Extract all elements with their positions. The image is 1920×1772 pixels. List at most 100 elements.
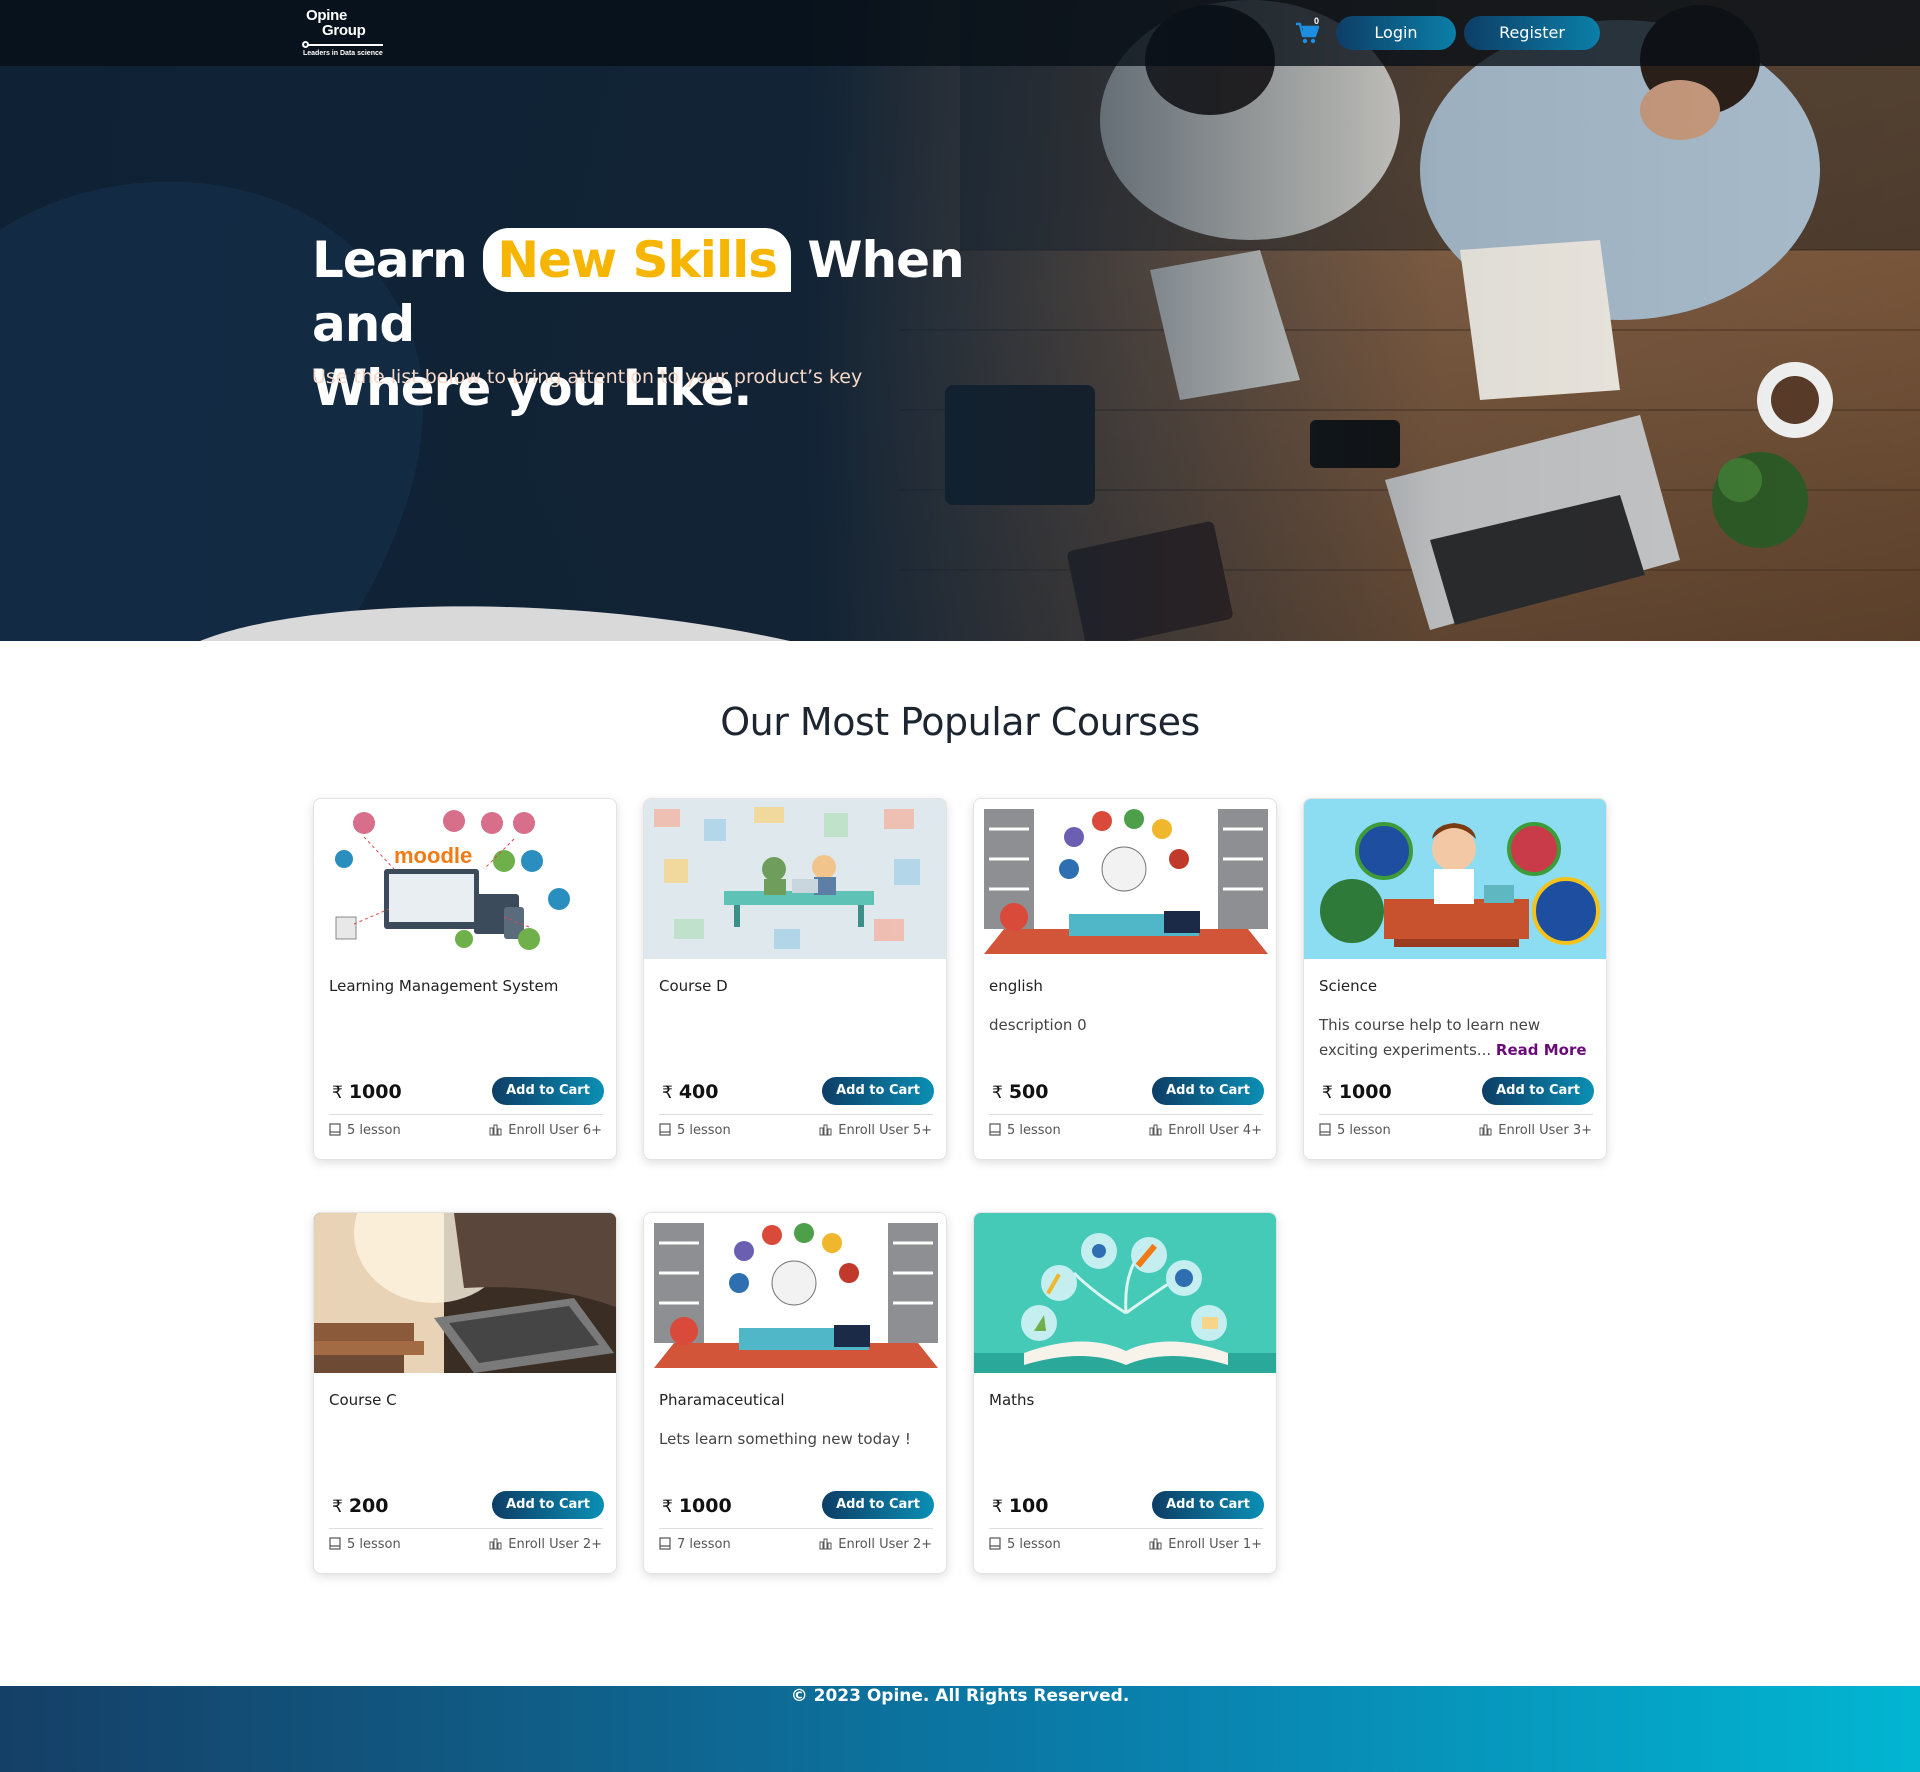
rupee-icon: ₹ — [1322, 1083, 1333, 1103]
lesson-count-text: 5 lesson — [1337, 1123, 1391, 1138]
read-more-link[interactable]: Read More — [1496, 1041, 1587, 1059]
course-title[interactable]: Learning Management System — [329, 977, 558, 995]
course-price-value: 400 — [678, 1081, 719, 1103]
course-thumbnail[interactable] — [974, 799, 1276, 959]
enroll-count-text: Enroll User 4+ — [1168, 1123, 1262, 1138]
users-icon — [1149, 1124, 1162, 1136]
enroll-count: Enroll User 3+ — [1479, 1123, 1592, 1138]
rupee-icon: ₹ — [662, 1083, 673, 1103]
enroll-count: Enroll User 2+ — [489, 1537, 602, 1552]
card-divider — [659, 1114, 933, 1115]
enroll-count-text: Enroll User 3+ — [1498, 1123, 1592, 1138]
rupee-icon: ₹ — [992, 1083, 1003, 1103]
enroll-count: Enroll User 5+ — [819, 1123, 932, 1138]
lesson-count-text: 7 lesson — [677, 1537, 731, 1552]
users-icon — [489, 1124, 502, 1136]
course-title[interactable]: Course C — [329, 1391, 397, 1409]
enroll-count-text: Enroll User 6+ — [508, 1123, 602, 1138]
enroll-count: Enroll User 4+ — [1149, 1123, 1262, 1138]
enroll-count-text: Enroll User 1+ — [1168, 1537, 1262, 1552]
add-to-cart-button[interactable]: Add to Cart — [1152, 1077, 1264, 1105]
course-card[interactable]: Course C ₹200 Add to Cart 5 lesson Enrol… — [313, 1212, 617, 1574]
lesson-count-text: 5 lesson — [1007, 1123, 1061, 1138]
book-icon — [989, 1537, 1001, 1550]
course-price: ₹1000 — [662, 1495, 732, 1517]
hero-title: Learn New Skills When and Where you Like… — [312, 228, 1072, 420]
course-card[interactable]: english description 0 ₹500 Add to Cart 5… — [973, 798, 1277, 1160]
course-description-text: Lets learn something new today ! — [659, 1430, 911, 1448]
users-icon — [819, 1538, 832, 1550]
course-thumbnail[interactable] — [644, 799, 946, 959]
book-icon — [1319, 1123, 1331, 1136]
add-to-cart-button[interactable]: Add to Cart — [1152, 1491, 1264, 1519]
add-to-cart-button[interactable]: Add to Cart — [492, 1491, 604, 1519]
hero-title-part1: Learn — [312, 231, 468, 289]
course-title[interactable]: english — [989, 977, 1043, 995]
course-title[interactable]: Maths — [989, 1391, 1034, 1409]
course-price: ₹100 — [992, 1495, 1049, 1517]
users-icon — [489, 1538, 502, 1550]
logo-dot — [302, 41, 309, 48]
add-to-cart-button[interactable]: Add to Cart — [492, 1077, 604, 1105]
hero-banner: Opine Group Leaders in Data science 0 Lo… — [0, 0, 1920, 641]
course-description-text: description 0 — [989, 1016, 1087, 1034]
add-to-cart-button[interactable]: Add to Cart — [822, 1077, 934, 1105]
svg-text:moodle: moodle — [394, 843, 472, 868]
card-divider — [329, 1528, 603, 1529]
top-navbar — [0, 0, 1920, 66]
lesson-count: 5 lesson — [659, 1123, 731, 1138]
course-title[interactable]: Course D — [659, 977, 728, 995]
course-thumbnail[interactable] — [644, 1213, 946, 1373]
course-price-value: 1000 — [678, 1495, 732, 1517]
hero-subtitle: Use the list below to bring attention to… — [312, 366, 863, 388]
book-icon — [659, 1537, 671, 1550]
users-icon — [1479, 1124, 1492, 1136]
login-button[interactable]: Login — [1336, 16, 1456, 50]
course-thumbnail[interactable] — [314, 1213, 616, 1373]
lesson-count: 5 lesson — [989, 1537, 1061, 1552]
enroll-count: Enroll User 6+ — [489, 1123, 602, 1138]
brand-logo[interactable]: Opine Group Leaders in Data science — [302, 6, 386, 60]
course-description: Lets learn something new today ! — [659, 1427, 939, 1452]
enroll-count-text: Enroll User 5+ — [838, 1123, 932, 1138]
logo-text-line1: Opine — [306, 7, 348, 24]
card-divider — [989, 1528, 1263, 1529]
rupee-icon: ₹ — [332, 1083, 343, 1103]
hero-title-highlight: New Skills — [483, 228, 791, 292]
enroll-count: Enroll User 2+ — [819, 1537, 932, 1552]
book-icon — [989, 1123, 1001, 1136]
add-to-cart-button[interactable]: Add to Cart — [1482, 1077, 1594, 1105]
course-card[interactable]: Pharamaceutical Lets learn something new… — [643, 1212, 947, 1574]
users-icon — [819, 1124, 832, 1136]
section-heading: Our Most Popular Courses — [720, 700, 1200, 744]
course-card[interactable]: Science This course help to learn new ex… — [1303, 798, 1607, 1160]
course-card[interactable]: Maths ₹100 Add to Cart 5 lesson Enroll U… — [973, 1212, 1277, 1574]
course-price: ₹200 — [332, 1495, 389, 1517]
course-price-value: 200 — [348, 1495, 389, 1517]
course-card[interactable]: Course D ₹400 Add to Cart 5 lesson Enrol… — [643, 798, 947, 1160]
course-thumbnail[interactable] — [1304, 799, 1606, 959]
lesson-count: 5 lesson — [329, 1537, 401, 1552]
enroll-count-text: Enroll User 2+ — [508, 1537, 602, 1552]
rupee-icon: ₹ — [662, 1497, 673, 1517]
logo-tagline: Leaders in Data science — [303, 50, 383, 57]
logo-text-line2: Group — [322, 22, 366, 39]
card-divider — [659, 1528, 933, 1529]
course-price: ₹400 — [662, 1081, 719, 1103]
course-thumbnail[interactable] — [974, 1213, 1276, 1373]
course-title[interactable]: Science — [1319, 977, 1377, 995]
course-price-value: 500 — [1008, 1081, 1049, 1103]
lesson-count: 5 lesson — [1319, 1123, 1391, 1138]
course-card[interactable]: moodle Learning Management System ₹1000 … — [313, 798, 617, 1160]
book-icon — [329, 1123, 341, 1136]
lesson-count-text: 5 lesson — [347, 1537, 401, 1552]
footer-copyright: © 2023 Opine. All Rights Reserved. — [790, 1686, 1130, 1706]
book-icon — [659, 1123, 671, 1136]
footer: © 2023 Opine. All Rights Reserved. — [0, 1686, 1920, 1772]
card-divider — [1319, 1114, 1593, 1115]
add-to-cart-button[interactable]: Add to Cart — [822, 1491, 934, 1519]
course-thumbnail[interactable]: moodle — [314, 799, 616, 959]
course-price: ₹1000 — [1322, 1081, 1392, 1103]
register-button[interactable]: Register — [1464, 16, 1600, 50]
course-title[interactable]: Pharamaceutical — [659, 1391, 785, 1409]
